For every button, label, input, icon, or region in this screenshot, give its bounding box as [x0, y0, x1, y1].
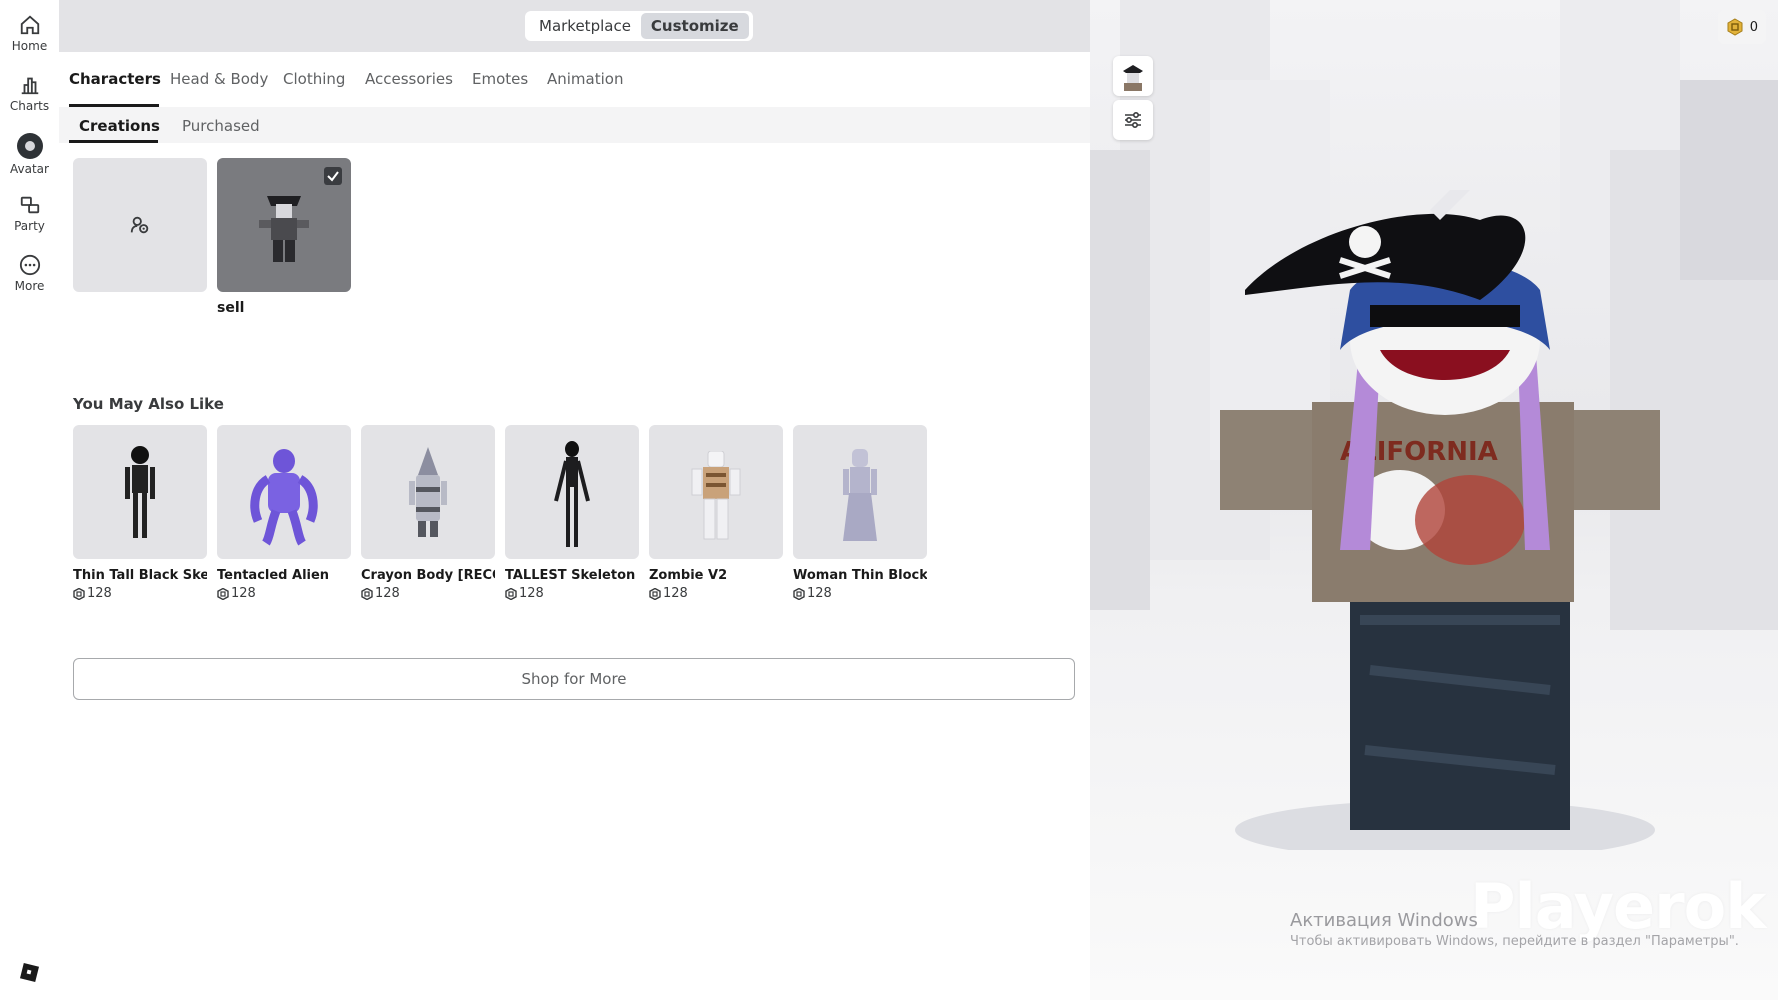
home-icon [20, 15, 39, 35]
top-bar: Marketplace Customize [59, 0, 1090, 52]
rec-price: 128 [793, 586, 927, 601]
outfit-thumbnail-button[interactable] [1113, 56, 1153, 96]
rec-price: 128 [217, 586, 351, 601]
rec-thumbnail[interactable] [217, 425, 351, 559]
avatar-icon [16, 133, 43, 159]
rec-item[interactable]: Tentacled Alien 128 [217, 425, 351, 601]
nav-charts-label: Charts [9, 99, 50, 113]
rec-price: 128 [649, 586, 783, 601]
avatar-model: ALIFORNIA [1220, 190, 1660, 850]
scene-block [1680, 80, 1778, 280]
subtab-creations[interactable]: Creations [79, 117, 160, 135]
marketplace-button[interactable]: Marketplace [529, 13, 641, 39]
nav-charts[interactable]: Charts [0, 74, 59, 113]
woman-blocky-thumbnail [843, 449, 877, 541]
tab-characters[interactable]: Characters [69, 70, 161, 88]
sliders-icon [1125, 111, 1141, 129]
check-icon [327, 171, 339, 182]
rec-item[interactable]: Thin Tall Black Skel... 128 [73, 425, 207, 601]
crayon-thumbnail [409, 447, 447, 537]
character-tile-sell[interactable] [217, 158, 351, 292]
category-tabs: Characters Head & Body Clothing Accessor… [59, 52, 1090, 107]
overlay-logo: Playerok [1470, 870, 1766, 943]
left-nav: Home Charts Avatar Party More [0, 0, 59, 1000]
tab-accessories[interactable]: Accessories [365, 70, 453, 88]
robux-icon [73, 587, 85, 600]
tab-animation[interactable]: Animation [547, 70, 623, 88]
rec-thumbnail[interactable] [73, 425, 207, 559]
rec-name: Thin Tall Black Skel... [73, 568, 207, 583]
scene-block [1090, 150, 1150, 610]
robux-icon [217, 587, 229, 600]
rec-thumbnail[interactable] [793, 425, 927, 559]
rec-item[interactable]: TALLEST Skeleton [... 128 [505, 425, 639, 601]
zombie-thumbnail [691, 451, 741, 540]
rec-item[interactable]: Woman Thin Blocky 128 [793, 425, 927, 601]
tab-head-body[interactable]: Head & Body [170, 70, 268, 88]
tab-clothing[interactable]: Clothing [283, 70, 345, 88]
windows-activation-title: Активация Windows [1290, 910, 1478, 931]
rec-price-value: 128 [375, 586, 400, 601]
rec-name: TALLEST Skeleton [... [505, 568, 639, 583]
character-thumbnail [259, 196, 309, 262]
rec-name: Zombie V2 [649, 568, 728, 583]
rec-item[interactable]: Crayon Body [RECO... 128 [361, 425, 495, 601]
tall-skeleton-thumbnail [554, 441, 590, 547]
avatar-head-icon [1123, 65, 1143, 91]
create-character-tile[interactable] [73, 158, 207, 292]
nav-more-label: More [14, 279, 45, 293]
rec-price: 128 [505, 586, 639, 601]
rec-thumbnail[interactable] [649, 425, 783, 559]
rec-thumbnail[interactable] [361, 425, 495, 559]
selected-checkmark [324, 167, 342, 185]
rec-name: Tentacled Alien [217, 568, 330, 583]
rec-price-value: 128 [87, 586, 112, 601]
alien-thumbnail [250, 449, 318, 546]
rec-price-value: 128 [663, 586, 688, 601]
rec-name: Crayon Body [RECO... [361, 568, 495, 583]
robux-icon [1727, 18, 1743, 36]
robux-icon [793, 587, 805, 600]
party-icon [20, 196, 39, 214]
nav-more[interactable]: More [0, 254, 59, 293]
avatar-preview[interactable]: 0 ALIFORNIA Playerok Активация Windows Ч… [1090, 0, 1778, 1000]
nav-party-label: Party [14, 219, 45, 233]
robux-balance[interactable]: 0 [1717, 10, 1766, 44]
nav-avatar-label: Avatar [10, 162, 49, 176]
create-character-icon [130, 216, 149, 234]
robux-icon [649, 587, 661, 600]
subtab-purchased[interactable]: Purchased [182, 117, 260, 135]
mode-switch: Marketplace Customize [525, 11, 753, 41]
recommend-title: You May Also Like [73, 395, 224, 413]
rec-price: 128 [361, 586, 495, 601]
nav-avatar[interactable]: Avatar [0, 133, 59, 176]
customize-button[interactable]: Customize [640, 13, 749, 39]
active-subtab-indicator [69, 140, 158, 143]
rec-price-value: 128 [519, 586, 544, 601]
rec-price: 128 [73, 586, 207, 601]
tab-emotes[interactable]: Emotes [472, 70, 528, 88]
roblox-logo-icon[interactable] [20, 963, 39, 982]
rec-item[interactable]: Zombie V2 128 [649, 425, 783, 601]
more-icon [19, 254, 40, 276]
rec-name: Woman Thin Blocky [793, 568, 927, 583]
rec-price-value: 128 [807, 586, 832, 601]
robux-icon [505, 587, 517, 600]
customize-panel: Characters Head & Body Clothing Accessor… [59, 52, 1090, 1000]
subtabs: Creations Purchased [59, 107, 1090, 143]
rec-price-value: 128 [231, 586, 256, 601]
nav-home[interactable]: Home [0, 14, 59, 53]
robux-icon [361, 587, 373, 600]
nav-home-label: Home [11, 39, 48, 53]
robux-balance-value: 0 [1749, 19, 1758, 35]
character-name: sell [217, 300, 245, 316]
rec-thumbnail[interactable] [505, 425, 639, 559]
adjust-button[interactable] [1113, 100, 1153, 140]
charts-icon [21, 77, 38, 95]
shop-for-more-button[interactable]: Shop for More [73, 658, 1075, 700]
nav-party[interactable]: Party [0, 194, 59, 233]
windows-activation-subtitle: Чтобы активировать Windows, перейдите в … [1290, 934, 1739, 949]
skeleton-thumbnail [125, 446, 155, 538]
